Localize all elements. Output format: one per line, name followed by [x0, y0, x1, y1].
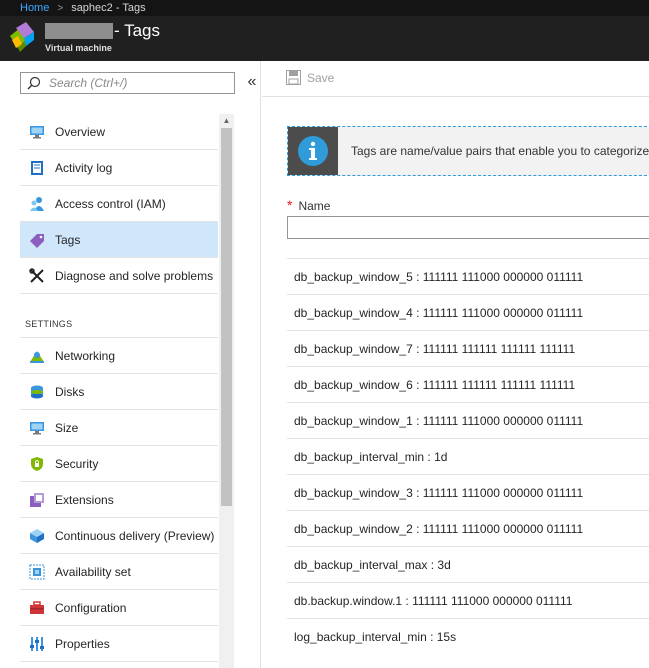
sidebar-item-label: Access control (IAM)	[55, 196, 166, 211]
search-box[interactable]	[20, 72, 235, 94]
page-subtitle: Virtual machine	[45, 43, 112, 53]
sidebar-item-label: Networking	[55, 348, 116, 363]
collapse-menu-button[interactable]: «	[245, 72, 259, 92]
command-bar: Save	[262, 61, 649, 97]
breadcrumb: Home > saphec2 - Tags	[0, 0, 649, 16]
sidebar-item-label: Continuous delivery (Preview)	[55, 528, 215, 543]
tag-row[interactable]: db.backup.window.1 : 111111 111000 00000…	[287, 582, 649, 618]
sidebar-item-size[interactable]: Size	[20, 410, 218, 446]
sidebar-item-extensions[interactable]: Extensions	[20, 482, 218, 518]
sidebar-item-label: Overview	[55, 124, 106, 139]
nav-scrollbar[interactable]: ▲	[219, 114, 234, 668]
sidebar-item-label: Disks	[55, 384, 85, 399]
vm-logo-icon	[10, 22, 34, 52]
save-label: Save	[307, 70, 335, 85]
required-marker: *	[287, 197, 293, 213]
sidebar-item-label: Properties	[55, 636, 110, 651]
save-button[interactable]: Save	[286, 70, 334, 85]
activity-log-icon	[31, 160, 43, 175]
sidebar-item-label: Security	[55, 456, 99, 471]
disks-icon	[31, 385, 43, 398]
monitor-icon	[30, 125, 44, 138]
sidebar-item-label: Configuration	[55, 600, 127, 615]
nav-list: Overview Activity log Access control (IA…	[20, 114, 218, 662]
page-title: - Tags	[114, 21, 160, 40]
sidebar-item-access-control[interactable]: Access control (IAM)	[20, 186, 218, 222]
availability-icon	[29, 564, 45, 579]
search-input[interactable]	[49, 75, 229, 91]
tag-row[interactable]: db_backup_interval_max : 3d	[287, 546, 649, 582]
sidebar-item-configuration[interactable]: Configuration	[20, 590, 218, 626]
blade-header: - Tags Virtual machine	[0, 16, 649, 61]
sidebar-item-tags[interactable]: Tags	[20, 222, 218, 258]
settings-section-header: SETTINGS	[20, 294, 218, 338]
scroll-thumb[interactable]	[221, 128, 232, 506]
tag-row[interactable]: db_backup_window_6 : 111111 111111 11111…	[287, 366, 649, 402]
tag-row[interactable]: db_backup_window_3 : 111111 111000 00000…	[287, 474, 649, 510]
shield-icon	[31, 456, 43, 471]
sidebar-item-activity-log[interactable]: Activity log	[20, 150, 218, 186]
search-icon	[27, 76, 41, 90]
sidebar-item-label: Size	[55, 420, 79, 435]
tag-row[interactable]: db_backup_window_7 : 111111 111111 11111…	[287, 330, 649, 366]
network-icon	[30, 350, 44, 363]
sidebar-item-disks[interactable]: Disks	[20, 374, 218, 410]
sidebar-item-label: Availability set	[55, 564, 131, 579]
tag-row[interactable]: db_backup_window_2 : 111111 111000 00000…	[287, 510, 649, 546]
properties-icon	[30, 636, 44, 651]
sidebar-item-continuous-delivery[interactable]: Continuous delivery (Preview)	[20, 518, 218, 554]
sidebar-item-overview[interactable]: Overview	[20, 114, 218, 150]
tags-blade: Save Tags are name/value pairs that enab…	[262, 61, 649, 668]
info-icon-container	[288, 127, 338, 175]
sidebar-item-label: Tags	[55, 232, 81, 247]
breadcrumb-home-link[interactable]: Home	[20, 0, 49, 16]
wrench-icon	[29, 267, 44, 283]
cube-icon	[30, 528, 44, 543]
name-label-text: Name	[298, 199, 331, 213]
tag-name-input[interactable]	[287, 216, 649, 239]
tag-icon	[30, 233, 44, 248]
tag-row[interactable]: db_backup_window_1 : 111111 111000 00000…	[287, 402, 649, 438]
save-icon	[286, 70, 301, 85]
sidebar-item-properties[interactable]: Properties	[20, 626, 218, 662]
name-field-label: * Name	[287, 197, 330, 213]
tag-row[interactable]: log_backup_interval_min : 15s	[287, 618, 649, 654]
sidebar-item-availability-set[interactable]: Availability set	[20, 554, 218, 590]
info-text: Tags are name/value pairs that enable yo…	[351, 144, 649, 158]
extensions-icon	[30, 492, 44, 507]
sidebar-item-security[interactable]: Security	[20, 446, 218, 482]
people-icon	[30, 196, 44, 211]
info-icon	[298, 136, 328, 166]
breadcrumb-separator: >	[57, 3, 64, 14]
sidebar-item-label: Diagnose and solve problems	[55, 268, 214, 283]
tag-row[interactable]: db_backup_window_4 : 111111 111000 00000…	[287, 294, 649, 330]
tag-row[interactable]: db_backup_window_5 : 111111 111000 00000…	[287, 258, 649, 294]
size-icon	[30, 421, 44, 434]
sidebar-item-diagnose[interactable]: Diagnose and solve problems	[20, 258, 218, 294]
sidebar-item-label: Extensions	[55, 492, 114, 507]
info-banner: Tags are name/value pairs that enable yo…	[287, 126, 649, 176]
redacted-vm-name	[45, 23, 113, 39]
breadcrumb-current[interactable]: saphec2 - Tags	[71, 0, 145, 16]
scroll-up-arrow-icon[interactable]: ▲	[219, 114, 234, 128]
tag-list: db_backup_window_5 : 111111 111000 00000…	[287, 258, 649, 654]
tag-row[interactable]: db_backup_interval_min : 1d	[287, 438, 649, 474]
resource-menu: « Overview Activity log Access control (…	[0, 61, 261, 668]
sidebar-item-networking[interactable]: Networking	[20, 338, 218, 374]
sidebar-item-label: Activity log	[55, 160, 113, 175]
toolbox-icon	[30, 600, 44, 614]
